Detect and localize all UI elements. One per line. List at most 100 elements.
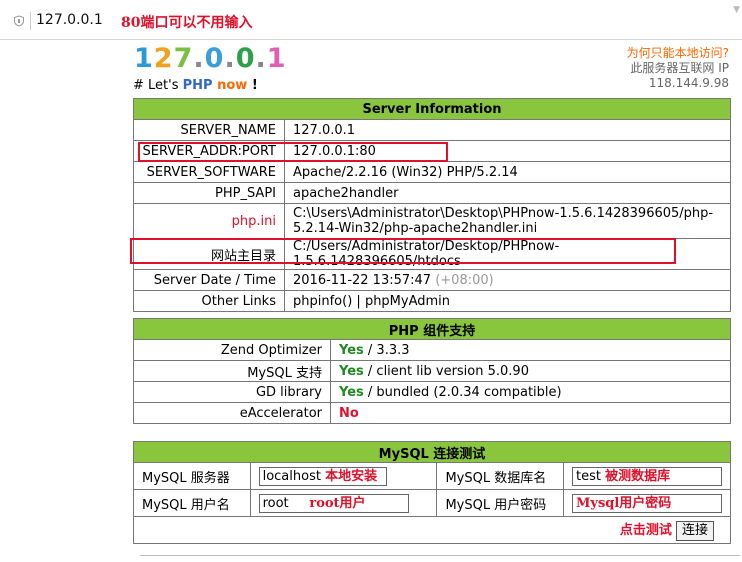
table-row: PHP_SAPI apache2handler [133, 182, 731, 204]
logo-char: 2 [153, 43, 174, 74]
mysql-user-input[interactable]: root root用户 [258, 493, 409, 513]
mysql-pass-input[interactable]: Mysql用户密码 [572, 493, 722, 513]
mysql-user-label: MySQL 用户名 [133, 489, 251, 517]
logo-char: 1 [134, 43, 154, 74]
php-ini-value: C:\Users\Administrator\Desktop\PHPnow-1.… [284, 203, 731, 239]
mysql-server-label: MySQL 服务器 [133, 462, 251, 490]
mysql-db-cell: test 被测数据库 [563, 462, 731, 490]
tagline-now: now [217, 78, 248, 93]
table-row: GD library Yes / bundled (2.0.34 compati… [133, 381, 731, 403]
mysql-support-key: MySQL 支持 [133, 360, 331, 382]
mysql-test-title: MySQL 连接测试 [133, 441, 731, 463]
mysql-pass-note: Mysql用户密码 [576, 495, 672, 511]
more-icon[interactable]: ▼ [733, 5, 740, 15]
server-date-key: Server Date / Time [133, 269, 285, 291]
logo-char: . [193, 43, 205, 74]
logo-char: 1 [266, 43, 287, 74]
phpmyadmin-link[interactable]: phpMyAdmin [365, 294, 450, 309]
table-row: eAccelerator No [133, 402, 731, 424]
mysql-db-input[interactable]: test 被测数据库 [572, 466, 722, 486]
connect-button[interactable]: 连接 [675, 521, 714, 541]
gd-key: GD library [133, 381, 331, 403]
table-row: SERVER_SOFTWARE Apache/2.2.16 (Win32) PH… [133, 161, 731, 183]
tagline-php: PHP [182, 78, 213, 93]
logo-char: 0 [204, 43, 225, 74]
zend-key: Zend Optimizer [133, 339, 331, 361]
server-software-value: Apache/2.2.16 (Win32) PHP/5.2.14 [284, 161, 731, 183]
eaccel-key: eAccelerator [133, 402, 331, 424]
gd-status: Yes [339, 384, 364, 400]
php-sapi-value: apache2handler [284, 182, 731, 204]
mysql-db-label: MySQL 数据库名 [436, 462, 564, 490]
table-row: Other Links phpinfo() | phpMyAdmin [133, 290, 731, 312]
php-ini-path-line2: 5.2.14-Win32/php-apache2handler.ini [293, 221, 538, 236]
logo: 127.0.0.1 [134, 43, 287, 74]
php-components-table: PHP 组件支持 Zend Optimizer Yes / 3.3.3 MySQ… [133, 318, 731, 424]
highlight-addr-box [138, 142, 448, 162]
logo-char: 0 [235, 43, 256, 74]
table-row: php.ini C:\Users\Administrator\Desktop\P… [133, 203, 731, 239]
logo-char: 7 [173, 43, 194, 74]
server-info-table: Server Information SERVER_NAME 127.0.0.1… [133, 98, 731, 312]
server-date-text: 2016-11-22 13:57:47 [293, 272, 432, 288]
mysql-user-note: root用户 [309, 495, 366, 511]
table-row: Server Date / Time 2016-11-22 13:57:47 (… [133, 269, 731, 291]
table-row: MySQL 用户名 root root用户 MySQL 用户密码 Mysql用户… [133, 489, 731, 517]
mysql-pass-cell: Mysql用户密码 [563, 489, 731, 517]
server-timezone: (+08:00) [435, 272, 494, 288]
tagline-suffix: ! [251, 78, 258, 93]
links-separator: | [352, 293, 365, 309]
other-links-key: Other Links [133, 290, 285, 312]
server-software-key: SERVER_SOFTWARE [133, 161, 285, 183]
gd-detail: / bundled (2.0.34 compatible) [363, 384, 562, 400]
php-ini-link[interactable]: php.ini [232, 214, 276, 229]
mysql-server-cell: localhost 本地安装 [249, 462, 438, 490]
php-sapi-key: PHP_SAPI [133, 182, 285, 204]
eaccel-value: No [330, 402, 731, 424]
table-row: SERVER_NAME 127.0.0.1 [133, 119, 731, 141]
address-bar-border [0, 39, 742, 40]
click-test-note: 点击测试 [619, 523, 672, 538]
zend-detail: / 3.3.3 [363, 342, 410, 358]
zend-status: Yes [339, 342, 364, 358]
table-row: 点击测试 连接 [133, 516, 731, 544]
logo-char: . [255, 43, 267, 74]
mysql-db-value: test [576, 468, 601, 484]
mysql-test-table: MySQL 连接测试 MySQL 服务器 localhost 本地安装 MySQ… [133, 441, 731, 544]
address-separator [30, 12, 31, 30]
other-links-value: phpinfo() | phpMyAdmin [284, 290, 731, 312]
remote-access-info: 为何只能本地访问? 此服务器互联网 IP 118.144.9.98 [627, 46, 729, 91]
eaccel-status: No [339, 405, 359, 421]
mysql-user-cell: root root用户 [249, 489, 438, 517]
mysql-pass-label: MySQL 用户密码 [436, 489, 564, 517]
server-info-title: Server Information [133, 98, 731, 120]
table-row: MySQL 服务器 localhost 本地安装 MySQL 数据库名 test… [133, 462, 731, 490]
remote-ip-note: 此服务器互联网 IP [630, 61, 729, 75]
bottom-divider [140, 555, 740, 556]
mysql-support-value: Yes / client lib version 5.0.90 [330, 360, 731, 382]
phpinfo-link[interactable]: phpinfo() [293, 294, 352, 309]
php-components-title: PHP 组件支持 [133, 318, 731, 340]
server-date-value: 2016-11-22 13:57:47 (+08:00) [284, 269, 731, 291]
mysql-db-note: 被测数据库 [605, 468, 671, 484]
tagline-prefix: # Let's [133, 78, 183, 93]
url-text[interactable]: 127.0.0.1 [36, 12, 103, 28]
gd-value: Yes / bundled (2.0.34 compatible) [330, 381, 731, 403]
php-ini-path-line1: C:\Users\Administrator\Desktop\PHPnow-1.… [293, 206, 714, 221]
zend-value: Yes / 3.3.3 [330, 339, 731, 361]
mysql-detail: / client lib version 5.0.90 [363, 363, 529, 379]
server-name-value: 127.0.0.1 [284, 119, 731, 141]
address-bar[interactable]: 127.0.0.1 80端口可以不用输入 ▼ [0, 0, 742, 40]
table-row: Zend Optimizer Yes / 3.3.3 [133, 339, 731, 361]
mysql-submit-cell: 点击测试 连接 [133, 516, 731, 544]
server-name-key: SERVER_NAME [133, 119, 285, 141]
remote-question-link[interactable]: 为何只能本地访问? [627, 46, 729, 61]
highlight-docroot-box [130, 238, 676, 264]
shield-icon [14, 15, 24, 27]
logo-char: . [224, 43, 236, 74]
php-ini-key: php.ini [133, 203, 285, 239]
table-row: MySQL 支持 Yes / client lib version 5.0.90 [133, 360, 731, 382]
mysql-server-input[interactable]: localhost 本地安装 [258, 466, 387, 486]
mysql-server-value: localhost [262, 468, 321, 484]
mysql-user-value: root [262, 495, 289, 511]
